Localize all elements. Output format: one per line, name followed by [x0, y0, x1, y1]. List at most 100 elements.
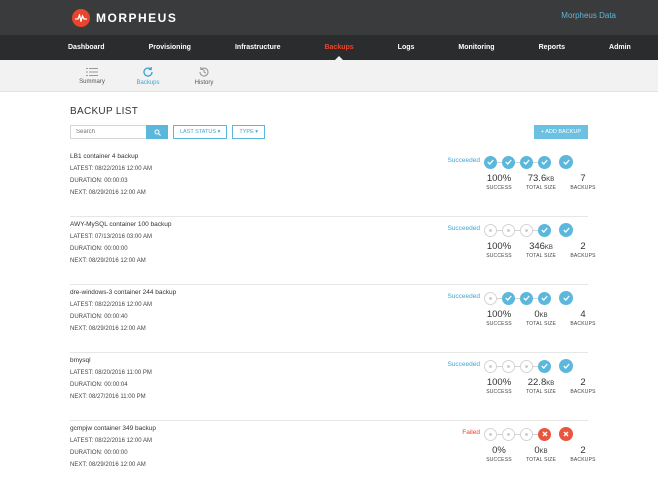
total-size-value: 0KB	[518, 445, 564, 456]
empty-run-icon	[502, 427, 515, 441]
backup-row[interactable]: gcmpjw container 349 backup LATEST: 08/22…	[70, 421, 595, 478]
total-size-value: 22.8KB	[518, 377, 564, 388]
total-size-value: 346KB	[518, 241, 564, 252]
nav-admin[interactable]: Admin	[587, 35, 653, 60]
backup-status: Succeeded	[447, 157, 480, 164]
backups-value: 2	[580, 241, 586, 252]
success-label: SUCCESS	[486, 457, 512, 463]
backup-history-dots	[484, 359, 573, 373]
stat-success: 100% SUCCESS	[480, 241, 518, 259]
backups-label: BACKUPS	[570, 321, 596, 327]
success-value: 100%	[486, 241, 512, 252]
stat-total-size: 73.6KB TOTAL SIZE	[518, 173, 564, 191]
empty-run-icon	[484, 359, 497, 373]
caret-down-icon: ▾	[255, 129, 259, 135]
search-input[interactable]	[70, 125, 146, 139]
size-unit: KB	[539, 449, 548, 455]
nav-dashboard[interactable]: Dashboard	[46, 35, 127, 60]
stat-backups: 2 BACKUPS	[564, 445, 602, 463]
nav-backups[interactable]: Backups	[302, 35, 375, 61]
last-success-check-icon	[559, 291, 573, 305]
backup-history-dots	[484, 155, 573, 169]
subnav-backups[interactable]: Backups	[120, 60, 176, 91]
type-filter[interactable]: TYPE ▾	[232, 125, 266, 139]
subnav-backups-label: Backups	[136, 79, 160, 86]
morpheus-logo-icon	[72, 8, 90, 27]
size-unit: KB	[539, 313, 548, 319]
empty-run-icon	[484, 427, 497, 441]
stat-success: 0% SUCCESS	[480, 445, 518, 463]
backup-stats: 100% SUCCESS 0KB TOTAL SIZE 4 BACKUPS	[480, 309, 602, 327]
toolbar: LAST STATUS ▾ TYPE ▾ + ADD BACKUP	[70, 125, 588, 139]
last-status-filter[interactable]: LAST STATUS ▾	[173, 125, 228, 139]
backup-history-dots	[484, 427, 573, 441]
total-size-value: 0KB	[518, 309, 564, 320]
empty-run-icon	[502, 359, 515, 373]
stat-backups: 2 BACKUPS	[564, 241, 602, 259]
stat-success: 100% SUCCESS	[480, 309, 518, 327]
backup-row[interactable]: bmysql LATEST: 08/20/2016 11:00 PM DURATIO…	[70, 353, 595, 421]
last-success-check-icon	[559, 223, 573, 237]
last-failed-x-icon	[559, 427, 573, 441]
stat-backups: 4 BACKUPS	[564, 309, 602, 327]
backup-history-dots	[484, 223, 573, 237]
total-size-label: TOTAL SIZE	[526, 389, 556, 395]
backups-label: BACKUPS	[570, 389, 596, 395]
size-unit: KB	[546, 381, 555, 387]
stat-total-size: 0KB TOTAL SIZE	[518, 445, 564, 463]
subnav-history[interactable]: History	[176, 60, 232, 91]
size-number: 22.8	[527, 377, 547, 388]
backup-row[interactable]: AWY-MySQL container 100 backup LATEST: 07…	[70, 217, 595, 285]
empty-run-icon	[520, 359, 533, 373]
success-check-icon	[538, 291, 551, 305]
total-size-label: TOTAL SIZE	[526, 185, 556, 191]
app-name: MORPHEUS	[96, 10, 178, 25]
subnav-history-label: History	[194, 79, 214, 86]
size-number: 73.6	[527, 173, 547, 184]
nav-provisioning[interactable]: Provisioning	[127, 35, 213, 60]
add-backup-button[interactable]: + ADD BACKUP	[533, 125, 588, 139]
backup-stats: 0% SUCCESS 0KB TOTAL SIZE 2 BACKUPS	[480, 445, 602, 463]
nav-logs[interactable]: Logs	[376, 35, 437, 60]
success-label: SUCCESS	[486, 253, 512, 259]
backup-stats: 100% SUCCESS 73.6KB TOTAL SIZE 7 BACKUPS	[480, 173, 602, 191]
total-size-label: TOTAL SIZE	[526, 321, 556, 327]
success-check-icon	[502, 155, 515, 169]
total-size-value: 73.6KB	[518, 173, 564, 184]
empty-run-icon	[520, 427, 533, 441]
main-content: BACKUP LIST LAST STATUS ▾ TYPE ▾ + ADD B…	[0, 106, 658, 478]
refresh-icon	[143, 66, 153, 77]
sub-nav: Summary Backups History	[0, 60, 658, 92]
backups-label: BACKUPS	[570, 253, 596, 259]
subnav-summary[interactable]: Summary	[64, 60, 120, 91]
empty-run-icon	[502, 223, 515, 237]
tenant-name[interactable]: Morpheus Data	[561, 11, 616, 20]
app-logo[interactable]: MORPHEUS	[72, 8, 178, 27]
backups-label: BACKUPS	[570, 185, 596, 191]
backup-row[interactable]: dre-windows-3 container 244 backup LATEST…	[70, 285, 595, 353]
success-check-icon	[484, 155, 497, 169]
backup-status: Succeeded	[447, 293, 480, 300]
list-icon	[86, 67, 98, 76]
size-unit: KB	[546, 177, 555, 183]
backups-value: 2	[580, 377, 586, 388]
backup-stats: 100% SUCCESS 22.8KB TOTAL SIZE 2 BACKUPS	[480, 377, 602, 395]
nav-infrastructure[interactable]: Infrastructure	[213, 35, 303, 60]
backups-label: BACKUPS	[570, 457, 596, 463]
success-check-icon	[538, 155, 551, 169]
search-button[interactable]	[146, 125, 168, 139]
success-value: 0%	[492, 445, 506, 456]
total-size-label: TOTAL SIZE	[526, 253, 556, 259]
caret-down-icon: ▾	[217, 129, 221, 135]
backup-status: Succeeded	[447, 225, 480, 232]
success-value: 100%	[486, 309, 512, 320]
page-title: BACKUP LIST	[70, 106, 139, 117]
backup-status: Succeeded	[447, 361, 480, 368]
success-label: SUCCESS	[486, 185, 512, 191]
nav-reports[interactable]: Reports	[517, 35, 587, 60]
backup-stats: 100% SUCCESS 346KB TOTAL SIZE 2 BACKUPS	[480, 241, 602, 259]
backup-row[interactable]: LB1 container 4 backup LATEST: 08/22/2016…	[70, 149, 595, 217]
success-check-icon	[538, 359, 551, 373]
nav-monitoring[interactable]: Monitoring	[436, 35, 516, 60]
last-success-check-icon	[559, 359, 573, 373]
